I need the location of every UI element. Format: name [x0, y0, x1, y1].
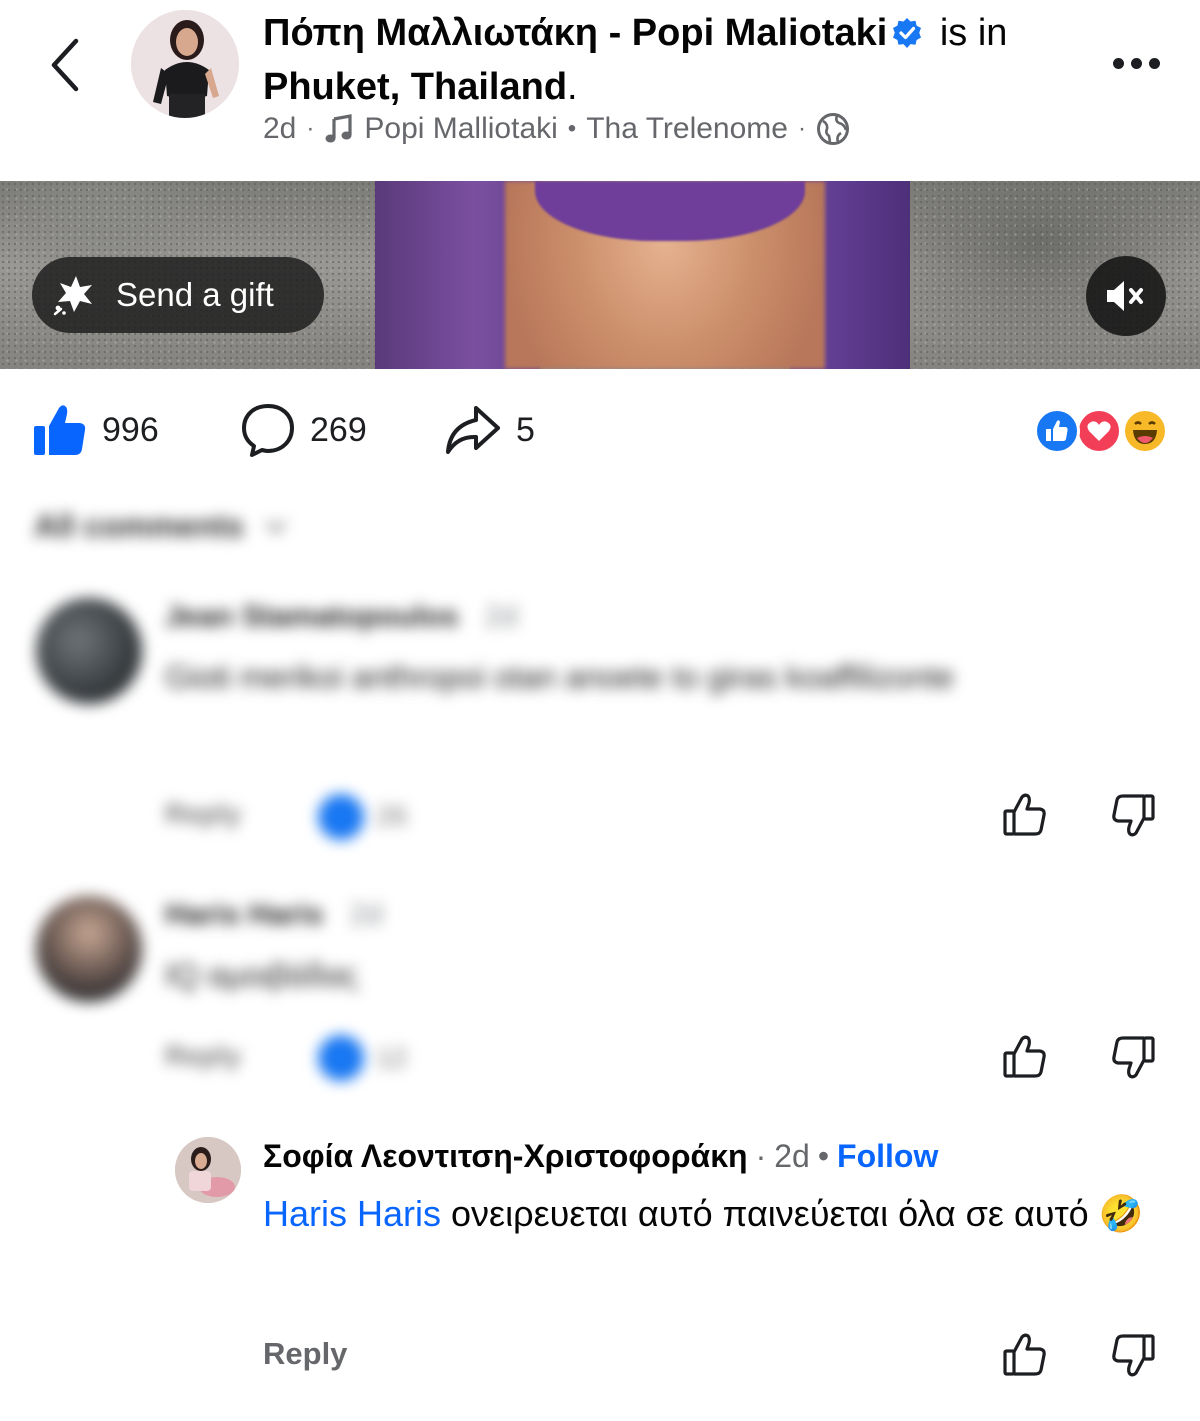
comment-downvote-button[interactable]	[1106, 1030, 1160, 1084]
comment-icon	[242, 404, 294, 457]
title-period: .	[567, 66, 578, 108]
comment-reply-button[interactable]: Reply	[165, 1040, 241, 1072]
share-count: 5	[516, 410, 535, 449]
reply-dot: ·	[755, 1138, 767, 1174]
comment-downvote-button[interactable]	[1106, 788, 1160, 842]
comment-time: 2d	[349, 898, 383, 931]
comment-text: IQ αμοιβάδας	[165, 957, 359, 993]
love-reaction-icon	[1076, 408, 1122, 454]
thumbs-down-icon	[1112, 1334, 1155, 1377]
comment-text: Gioti merikoi anthropoi otan anoete to g…	[165, 659, 955, 695]
comment-like-count: 26	[376, 800, 408, 831]
share-button[interactable]: 5	[444, 395, 535, 465]
thumbs-up-icon	[1003, 793, 1046, 836]
song-dot: •	[567, 115, 577, 142]
back-arrow-icon	[51, 38, 79, 92]
like-icon	[34, 405, 86, 455]
comment-like-badge	[318, 794, 364, 840]
more-dot	[1112, 57, 1124, 69]
author-avatar[interactable]	[131, 10, 239, 118]
reply-header: Σοφία Λεοντιτση-Χριστοφοράκη · 2d • Foll…	[263, 1138, 938, 1175]
reply-author-avatar[interactable]	[175, 1137, 241, 1203]
thumbs-down-icon	[1112, 794, 1155, 837]
author-name-separator: -	[608, 12, 622, 54]
thumbs-down-icon	[1112, 1036, 1155, 1079]
song-artist[interactable]: Popi Malliotaki	[364, 112, 557, 146]
gift-icon	[53, 276, 92, 316]
rofl-emoji: 🤣	[1098, 1193, 1144, 1234]
is-in-text: is in	[939, 12, 1008, 54]
commenter-avatar[interactable]	[36, 896, 142, 1002]
commenter-name-text: Haris Haris	[165, 898, 324, 931]
mute-icon	[1107, 281, 1143, 311]
action-bar: 996 269 5	[0, 395, 1200, 465]
reply-upvote-button[interactable]	[998, 1328, 1052, 1382]
chevron-down-icon	[265, 520, 286, 533]
like-count: 996	[102, 410, 159, 449]
haha-reaction-icon	[1122, 408, 1168, 454]
comment-time: 2d	[484, 600, 518, 633]
post-time[interactable]: 2d	[263, 112, 296, 146]
comment-like-count: 12	[376, 1042, 408, 1073]
author-name-latin[interactable]: Popi Maliotaki	[632, 12, 887, 54]
send-gift-button[interactable]: Send a gift	[32, 257, 324, 333]
post-title: Πόπη Μαλλιωτάκη - Popi Maliotaki is in P…	[263, 6, 1063, 114]
comments-filter-label: All comments	[34, 508, 244, 544]
globe-icon	[816, 113, 849, 145]
more-dot	[1130, 57, 1142, 69]
more-options-button[interactable]	[1106, 48, 1166, 78]
song-title[interactable]: Tha Trelenome	[586, 112, 788, 146]
mention-link[interactable]: Haris Haris	[263, 1193, 441, 1234]
reply-downvote-button[interactable]	[1106, 1328, 1160, 1382]
mute-toggle-button[interactable]	[1086, 256, 1166, 336]
like-reaction-icon	[1034, 408, 1080, 454]
commenter-name[interactable]: Jean Stamatopoulos 2d	[165, 600, 518, 634]
back-button[interactable]	[40, 30, 90, 100]
reply-time[interactable]: 2d	[774, 1138, 810, 1175]
comment-button[interactable]: 269	[240, 395, 367, 465]
comment-count: 269	[310, 410, 367, 449]
more-dot	[1148, 57, 1160, 69]
meta-dot-2: ·	[797, 115, 806, 142]
like-button[interactable]: 996	[32, 395, 159, 465]
author-name-greek[interactable]: Πόπη Μαλλιωτάκη	[263, 12, 598, 54]
reply-button[interactable]: Reply	[263, 1336, 347, 1372]
reply-text: Haris Haris ονειρευεται αυτό παινεύεται …	[263, 1186, 1163, 1242]
location-link[interactable]: Phuket, Thailand	[263, 66, 567, 108]
share-icon	[446, 406, 500, 454]
post-header: Πόπη Μαλλιωτάκη - Popi Maliotaki is in P…	[0, 0, 1200, 180]
meta-dot: ·	[306, 115, 315, 142]
comment-upvote-button[interactable]	[998, 1030, 1052, 1084]
comment-reply-button[interactable]: Reply	[165, 798, 241, 830]
commenter-name[interactable]: Haris Haris 2d	[165, 898, 383, 932]
reaction-summary[interactable]	[1034, 408, 1174, 456]
comments-filter-dropdown[interactable]: All comments	[34, 508, 288, 545]
commenter-name-text: Jean Stamatopoulos	[165, 600, 459, 633]
reply-message: ονειρευεται αυτό παινεύεται όλα σε αυτό	[451, 1193, 1089, 1234]
commenter-avatar[interactable]	[36, 598, 142, 704]
comment-like-badge	[318, 1035, 364, 1081]
comment-upvote-button[interactable]	[998, 788, 1052, 842]
thumbs-up-icon	[1003, 1333, 1046, 1376]
music-note-icon	[325, 114, 352, 143]
send-gift-label: Send a gift	[116, 276, 274, 313]
follow-button[interactable]: Follow	[837, 1138, 938, 1175]
reply-dot-2: •	[817, 1138, 830, 1174]
thumbs-up-icon	[1003, 1035, 1046, 1078]
post-meta: 2d · Popi Malliotaki • Tha Trelenome ·	[263, 112, 850, 146]
reply-author-name[interactable]: Σοφία Λεοντιτση-Χριστοφοράκη	[263, 1138, 748, 1175]
verified-badge-icon	[893, 18, 922, 48]
